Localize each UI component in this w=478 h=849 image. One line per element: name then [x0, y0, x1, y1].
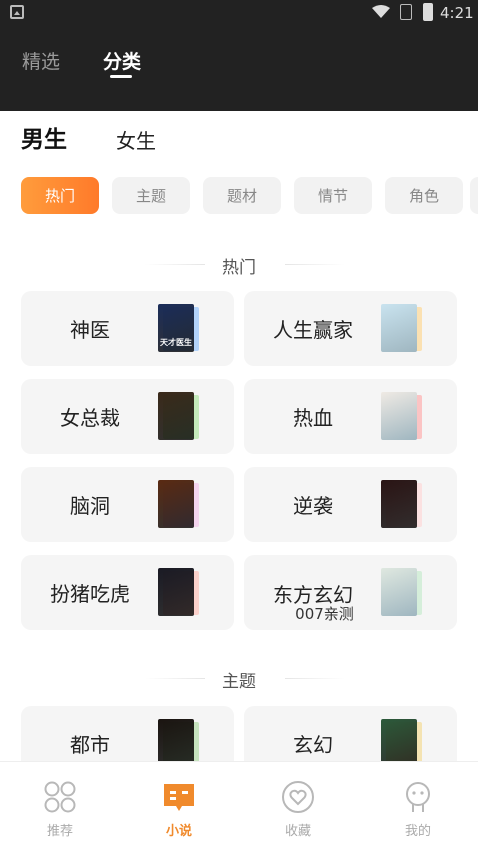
category-label: 热血 [293, 406, 333, 430]
gender-tab-male[interactable]: 男生 [21, 120, 67, 154]
tab-featured[interactable]: 精选 [22, 47, 60, 74]
filter-chip-role[interactable]: 角色 [385, 177, 463, 214]
book-cover-stack [158, 392, 200, 442]
bottom-tab-recommend[interactable]: 推荐 [0, 762, 120, 849]
bottom-tab-label: 小说 [165, 824, 192, 839]
gender-tab-female[interactable]: 女生 [116, 125, 156, 154]
heart-icon [282, 781, 314, 813]
bottom-tab-label: 我的 [404, 824, 431, 839]
category-label: 逆袭 [293, 494, 333, 518]
book-cover-stack [158, 480, 200, 530]
filter-chip-genre[interactable]: 题材 [203, 177, 281, 214]
book-cover-stack [381, 568, 423, 618]
bottom-tab-favorites[interactable]: 收藏 [238, 762, 358, 849]
section-divider [285, 678, 345, 679]
battery-icon [423, 3, 433, 21]
bottom-tab-novel[interactable]: 小说 [119, 762, 239, 849]
book-cover-image [158, 480, 194, 528]
filter-chip-plot[interactable]: 情节 [294, 177, 372, 214]
category-label: 扮猪吃虎 [50, 582, 130, 606]
status-time: 4:21 [440, 4, 474, 22]
category-card[interactable]: 东方玄幻 007亲测 [244, 555, 457, 630]
book-cover-image [158, 719, 194, 767]
top-bar: 4:21 精选 分类 [0, 0, 478, 111]
book-cover-image [381, 719, 417, 767]
book-cover-image [381, 568, 417, 616]
bottom-tab-label: 推荐 [46, 824, 73, 839]
section-title-hot: 热门 [222, 258, 256, 278]
book-cover-stack [381, 392, 423, 442]
bottom-tab-mine[interactable]: 我的 [358, 762, 478, 849]
book-cover-image [158, 568, 194, 616]
notification-icon [10, 5, 24, 19]
section-title-theme: 主题 [222, 672, 256, 692]
category-card[interactable]: 热血 [244, 379, 457, 454]
profile-icon [406, 782, 430, 812]
book-cover-stack [381, 480, 423, 530]
book-message-icon [164, 784, 194, 811]
section-divider [285, 264, 345, 265]
book-cover-image [158, 392, 194, 440]
category-label: 脑洞 [70, 494, 110, 518]
book-cover-title: 天才医生 [160, 338, 192, 347]
category-sub-label: 007亲测 [295, 605, 354, 623]
tab-category[interactable]: 分类 [103, 47, 141, 74]
book-cover-stack: 天才医生 [158, 304, 200, 354]
category-card[interactable]: 女总裁 [21, 379, 234, 454]
grid-icon [44, 781, 76, 813]
category-card[interactable]: 脑洞 [21, 467, 234, 542]
category-label: 女总裁 [60, 406, 120, 430]
filter-chip-theme[interactable]: 主题 [112, 177, 190, 214]
bottom-tab-bar: 推荐 小说 收藏 我的 [0, 761, 478, 849]
category-card[interactable]: 扮猪吃虎 [21, 555, 234, 630]
wifi-icon [372, 5, 390, 18]
category-label: 神医 [70, 318, 110, 342]
sim-icon [400, 4, 412, 20]
category-card[interactable]: 逆袭 [244, 467, 457, 542]
category-label: 人生赢家 [273, 318, 353, 342]
category-card[interactable]: 神医天才医生 [21, 291, 234, 366]
book-cover-image [381, 480, 417, 528]
book-cover-stack [158, 568, 200, 618]
bottom-tab-label: 收藏 [284, 824, 311, 839]
filter-chip-overflow[interactable] [470, 177, 478, 214]
active-tab-indicator [110, 75, 132, 78]
status-bar: 4:21 [0, 0, 478, 26]
book-cover-image [381, 392, 417, 440]
book-cover-stack [381, 304, 423, 354]
book-cover-image: 天才医生 [158, 304, 194, 352]
book-cover-image [381, 304, 417, 352]
category-card[interactable]: 人生赢家 [244, 291, 457, 366]
filter-chip-hot[interactable]: 热门 [21, 177, 99, 214]
